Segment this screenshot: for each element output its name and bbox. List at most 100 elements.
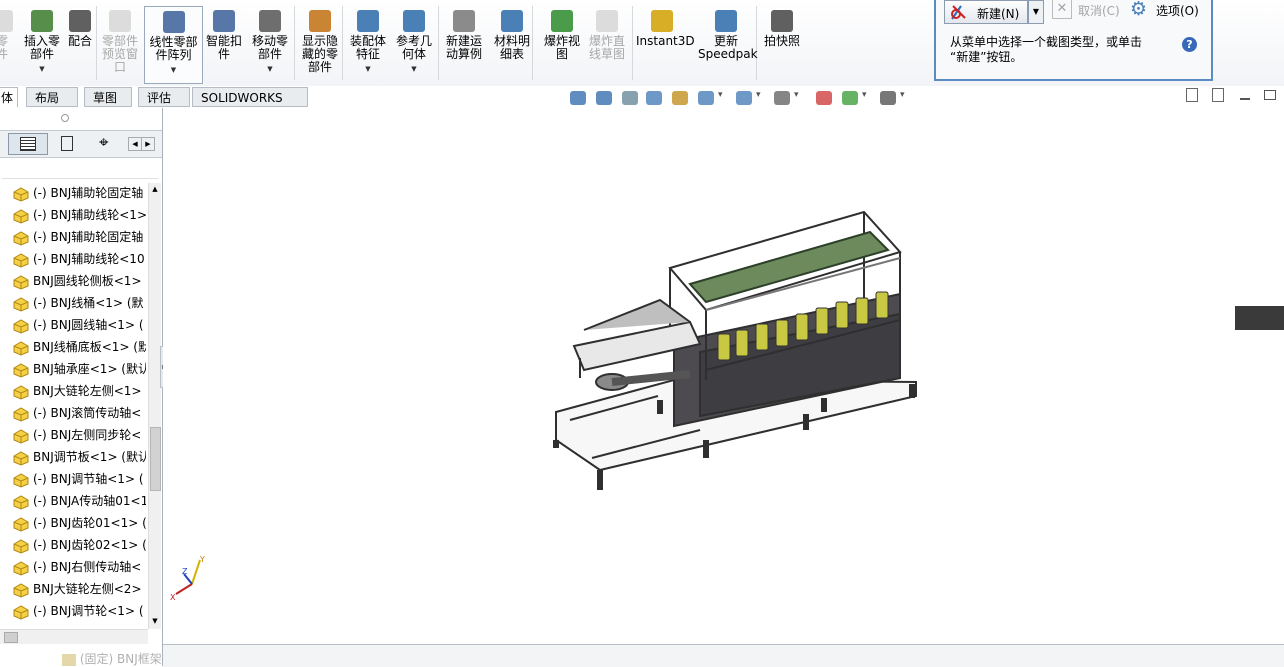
scroll-thumb[interactable] [150, 427, 161, 491]
svg-text:X: X [170, 593, 176, 602]
tab-scroll-right[interactable]: ▶ [141, 137, 155, 151]
ribbon-button-8[interactable]: 装配体 特征 ▼ [348, 6, 388, 82]
ribbon-button-3[interactable]: 零部件 预览窗 口 [100, 6, 140, 82]
tree-item[interactable]: (-) BNJ辅助轮固定轴 [12, 226, 146, 248]
minimize-icon[interactable] [1240, 98, 1250, 100]
edit-appearance-icon[interactable] [816, 91, 832, 105]
chevron-down-icon[interactable]: ▼ [250, 63, 290, 76]
tab-scroll-left[interactable]: ◀ [128, 137, 142, 151]
view-settings-icon[interactable] [880, 91, 896, 105]
ribbon-button-icon [309, 10, 331, 32]
tab-2[interactable]: 草图 [84, 87, 132, 107]
ribbon-button-13[interactable]: 爆炸直 线草图 [586, 6, 628, 82]
tab-3[interactable]: 评估 [138, 87, 190, 107]
tab-0[interactable]: 体 [0, 87, 18, 107]
tree-item-label: BNJ大链轮左侧<1> [33, 384, 142, 398]
tree-item[interactable]: BNJ大链轮左侧<2> [12, 578, 146, 600]
tree-item[interactable]: (-) BNJ辅助轮固定轴 [12, 182, 146, 204]
tree-item[interactable]: (-) BNJ辅助线轮<10 [12, 248, 146, 270]
ribbon-button-0[interactable]: 零 件 [0, 6, 14, 82]
feature-tree-tab[interactable] [8, 133, 48, 155]
hide-show-items-icon[interactable] [774, 91, 790, 105]
ribbon-button-5[interactable]: 智能扣 件 [204, 6, 244, 82]
ribbon-button-2[interactable]: 配合 [66, 6, 94, 82]
tree-item[interactable]: (-) BNJ右侧传动轴< [12, 556, 146, 578]
help-icon[interactable]: ? [1182, 37, 1197, 52]
tree-item[interactable]: (-) BNJ线桶<1> (默 [12, 292, 146, 314]
tree-item[interactable]: (-) BNJA传动轴01<1 [12, 490, 146, 512]
zoom-to-fit-icon[interactable] [570, 91, 586, 105]
tree-item[interactable]: (-) BNJ齿轮02<1> ( [12, 534, 146, 556]
ribbon-button-9[interactable]: 参考几 何体 ▼ [394, 6, 434, 82]
restore-icon[interactable] [1264, 90, 1276, 100]
tree-item[interactable]: BNJ圆线轮侧板<1> [12, 270, 146, 292]
cancel-button[interactable]: ✕ 取消(C) [1052, 0, 1124, 22]
ribbon-button-4[interactable]: 线性零部 件阵列 ▼ [144, 6, 203, 84]
ribbon-separator [342, 6, 343, 80]
property-manager-tab[interactable] [48, 133, 86, 153]
ribbon-button-1[interactable]: 插入零 部件 ▼ [20, 6, 64, 82]
new-button[interactable]: 新建(N) [944, 0, 1028, 24]
apply-scene-icon[interactable] [842, 91, 858, 105]
task-pane-tab[interactable] [1235, 306, 1284, 330]
scroll-down-arrow[interactable]: ▼ [149, 615, 161, 627]
tree-horizontal-scrollbar[interactable] [0, 629, 148, 644]
ribbon-button-16[interactable]: 拍快照 [762, 6, 802, 82]
view-orientation-icon[interactable] [698, 91, 714, 105]
chevron-down-icon[interactable]: ▾ [900, 90, 905, 100]
tree-item[interactable]: (-) BNJ辅助线轮<1> [12, 204, 146, 226]
feature-tree-filter[interactable] [2, 158, 158, 179]
tree-item-label: (-) BNJA传动轴01<1 [33, 494, 146, 508]
tree-item[interactable]: (-) BNJ调节轴<1> ( [12, 468, 146, 490]
tree-item[interactable]: (-) BNJ圆线轴<1> ( [12, 314, 146, 336]
display-style-icon[interactable] [736, 91, 752, 105]
graphics-area[interactable]: Y X Z [163, 108, 1284, 644]
tree-item[interactable]: BNJ线桶底板<1> (默 [12, 336, 146, 358]
chevron-down-icon[interactable]: ▼ [20, 63, 64, 76]
zoom-area-icon[interactable] [596, 91, 612, 105]
chevron-down-icon[interactable]: ▾ [794, 90, 799, 100]
tree-vertical-scrollbar[interactable]: ▲ ▼ [148, 183, 161, 629]
tree-item[interactable]: BNJ大链轮左侧<1> [12, 380, 146, 402]
chevron-down-icon[interactable]: ▼ [348, 63, 388, 76]
assembly-model [553, 210, 917, 490]
section-view-icon[interactable] [646, 91, 662, 105]
tree-item[interactable]: (-) BNJ滚筒传动轴< [12, 402, 146, 424]
previous-view-icon[interactable] [622, 91, 638, 105]
ribbon-button-11[interactable]: 材料明 细表 [492, 6, 532, 82]
ribbon-button-label: 配合 [67, 34, 92, 48]
new-dropdown-button[interactable]: ▼ [1028, 0, 1044, 24]
tree-item[interactable]: BNJ轴承座<1> (默认 [12, 358, 146, 380]
tree-item[interactable]: (-) BNJ左侧同步轮< [12, 424, 146, 446]
ribbon-separator [632, 6, 633, 80]
ribbon-button-14[interactable]: Instant3D [636, 6, 695, 82]
tab-4[interactable]: SOLIDWORKS MBD [192, 87, 308, 125]
tree-item[interactable]: (-) BNJ调节轮<1> ( [12, 600, 146, 622]
tab-1[interactable]: 布局 [26, 87, 78, 107]
options-button[interactable]: ⚙ 选项(O) [1130, 0, 1214, 22]
chevron-down-icon[interactable]: ▼ [145, 64, 202, 77]
hscroll-thumb[interactable] [4, 632, 18, 643]
scroll-up-arrow[interactable]: ▲ [149, 183, 161, 195]
ribbon-separator [294, 6, 295, 80]
ribbon-button-15[interactable]: 更新 Speedpak [698, 6, 758, 82]
panel-left-icon[interactable] [1186, 88, 1198, 102]
chevron-down-icon[interactable]: ▾ [718, 90, 723, 100]
panel-collapse-handle[interactable] [61, 114, 69, 122]
tree-item-label: (-) BNJ辅助线轮<10 [33, 252, 145, 266]
part-icon [12, 296, 30, 312]
chevron-down-icon[interactable]: ▼ [394, 63, 434, 76]
tree-item[interactable]: (-) BNJ齿轮01<1> ( [12, 512, 146, 534]
ribbon-button-7[interactable]: 显示隐 藏的零 部件 [298, 6, 342, 82]
configuration-manager-tab[interactable]: ⌖ [88, 133, 126, 153]
part-icon [12, 494, 30, 510]
tree-item[interactable]: BNJ调节板<1> (默认 [12, 446, 146, 468]
ribbon-button-12[interactable]: 爆炸视 图 [540, 6, 584, 82]
ribbon-button-10[interactable]: 新建运 动算例 [442, 6, 486, 82]
chevron-down-icon[interactable]: ▾ [756, 90, 761, 100]
dynamic-annotation-icon[interactable] [672, 91, 688, 105]
tree-item-label: (-) BNJ辅助轮固定轴 [33, 186, 144, 200]
chevron-down-icon[interactable]: ▾ [862, 90, 867, 100]
ribbon-button-6[interactable]: 移动零 部件 ▼ [250, 6, 290, 82]
panel-right-icon[interactable] [1212, 88, 1224, 102]
